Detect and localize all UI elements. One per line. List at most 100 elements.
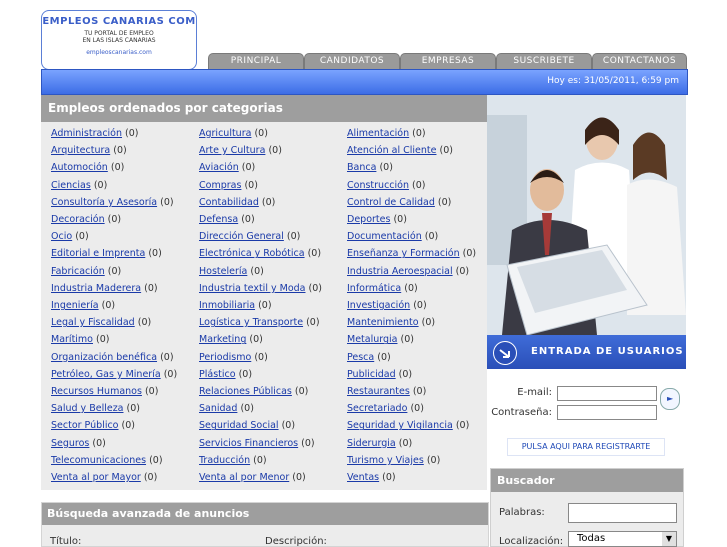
category-link[interactable]: Mantenimiento: [347, 317, 419, 328]
email-field[interactable]: [557, 386, 657, 401]
category-link[interactable]: Automoción: [51, 162, 108, 173]
category-link[interactable]: Sanidad: [199, 403, 237, 414]
category-link[interactable]: Construcción: [347, 180, 409, 191]
category-item: Construcción (0): [347, 180, 426, 191]
tab-contactanos[interactable]: CONTACTANOS: [592, 53, 687, 69]
category-link[interactable]: Petróleo, Gas y Minería: [51, 369, 161, 380]
category-link[interactable]: Control de Calidad: [347, 197, 435, 208]
category-link[interactable]: Telecomunicaciones: [51, 455, 146, 466]
category-count: (0): [462, 248, 477, 260]
category-link[interactable]: Restaurantes: [347, 386, 410, 397]
category-link[interactable]: Fabricación: [51, 266, 105, 277]
category-link[interactable]: Agricultura: [199, 128, 251, 139]
category-item: Petróleo, Gas y Minería (0): [51, 369, 177, 380]
logo-title: EMPLEOS CANARIAS COM: [42, 16, 196, 27]
register-button[interactable]: PULSA AQUI PARA REGISTRARTE: [507, 438, 665, 456]
category-link[interactable]: Metalurgia: [347, 334, 397, 345]
category-link[interactable]: Seguridad Social: [199, 420, 279, 431]
category-count: (0): [253, 454, 267, 466]
category-link[interactable]: Informática: [347, 283, 401, 294]
category-item: Editorial e Imprenta (0): [51, 248, 162, 259]
category-link[interactable]: Atención al Cliente: [347, 145, 436, 156]
search-words-input[interactable]: [568, 503, 677, 523]
category-link[interactable]: Siderurgia: [347, 438, 396, 449]
category-link[interactable]: Deportes: [347, 214, 390, 225]
category-link[interactable]: Relaciones Públicas: [199, 386, 292, 397]
category-link[interactable]: Recursos Humanos: [51, 386, 142, 397]
category-count: (0): [75, 231, 89, 243]
category-link[interactable]: Dirección General: [199, 231, 284, 242]
tab-suscribete[interactable]: SUSCRIBETE: [496, 53, 592, 69]
category-link[interactable]: Ciencias: [51, 180, 91, 191]
category-link[interactable]: Ocio: [51, 231, 72, 242]
category-link[interactable]: Pesca: [347, 352, 374, 363]
category-count: (0): [424, 231, 439, 243]
tab-empresas[interactable]: EMPRESAS: [400, 53, 496, 69]
category-link[interactable]: Arte y Cultura: [199, 145, 265, 156]
category-link[interactable]: Editorial e Imprenta: [51, 248, 145, 259]
category-item: Periodismo (0): [199, 352, 268, 363]
category-link[interactable]: Servicios Financieros: [199, 438, 298, 449]
category-link[interactable]: Inmobiliaria: [199, 300, 255, 311]
category-link[interactable]: Banca: [347, 162, 376, 173]
category-item: Publicidad (0): [347, 369, 412, 380]
category-link[interactable]: Marketing: [199, 334, 246, 345]
category-link[interactable]: Administración: [51, 128, 122, 139]
category-item: Salud y Belleza (0): [51, 403, 140, 414]
search-panel: Buscador Palabras: Localización: Todas ▼: [490, 468, 684, 547]
password-label: Contraseña:: [491, 407, 552, 418]
category-link[interactable]: Logística y Transporte: [199, 317, 303, 328]
category-link[interactable]: Documentación: [347, 231, 422, 242]
category-count: (0): [163, 368, 178, 380]
category-count: (0): [382, 472, 396, 483]
category-link[interactable]: Salud y Belleza: [51, 403, 124, 414]
category-count: (0): [455, 265, 470, 277]
tab-principal[interactable]: PRINCIPAL: [208, 53, 304, 69]
current-date: Hoy es: 31/05/2011, 6:59 pm: [547, 76, 679, 86]
category-link[interactable]: Contabilidad: [199, 197, 259, 208]
category-link[interactable]: Industria textil y Moda: [199, 283, 306, 294]
category-link[interactable]: Seguridad y Vigilancia: [347, 420, 453, 431]
category-link[interactable]: Hostelería: [199, 266, 247, 277]
category-link[interactable]: Compras: [199, 180, 241, 191]
category-link[interactable]: Organización benéfica: [51, 352, 157, 363]
category-link[interactable]: Plástico: [199, 369, 236, 380]
category-count: (0): [244, 179, 258, 191]
category-link[interactable]: Industria Maderera: [51, 283, 141, 294]
category-link[interactable]: Venta al por Mayor: [51, 472, 141, 483]
category-link[interactable]: Secretariado: [347, 403, 407, 414]
category-link[interactable]: Electrónica y Robótica: [199, 248, 305, 259]
category-link[interactable]: Industria Aeroespacial: [347, 266, 453, 277]
category-item: Automoción (0): [51, 162, 124, 173]
category-link[interactable]: Defensa: [199, 214, 238, 225]
login-submit-button[interactable]: ►: [660, 388, 680, 410]
category-link[interactable]: Ingeniería: [51, 300, 99, 311]
category-link[interactable]: Decoración: [51, 214, 105, 225]
category-link[interactable]: Turismo y Viajes: [347, 455, 424, 466]
password-field[interactable]: [557, 405, 657, 420]
category-count: (0): [107, 265, 122, 277]
category-link[interactable]: Aviación: [199, 162, 239, 173]
category-item: Alimentación (0): [347, 128, 426, 139]
logo-url: empleoscanarias.com: [86, 49, 152, 56]
category-item: Pesca (0): [347, 352, 391, 363]
category-link[interactable]: Publicidad: [347, 369, 396, 380]
category-link[interactable]: Periodismo: [199, 352, 251, 363]
category-link[interactable]: Venta al por Menor: [199, 472, 289, 483]
category-item: Industria textil y Moda (0): [199, 283, 322, 294]
category-link[interactable]: Enseñanza y Formación: [347, 248, 460, 259]
tab-candidatos[interactable]: CANDIDATOS: [304, 53, 400, 69]
category-link[interactable]: Ventas: [347, 472, 379, 483]
site-logo[interactable]: EMPLEOS CANARIAS COM TU PORTAL DE EMPLEO…: [41, 10, 197, 70]
category-count: (0): [160, 351, 174, 363]
category-link[interactable]: Sector Público: [51, 420, 119, 431]
category-link[interactable]: Seguros: [51, 438, 89, 449]
category-link[interactable]: Consultoría y Asesoría: [51, 197, 157, 208]
category-link[interactable]: Legal y Fiscalidad: [51, 317, 135, 328]
category-link[interactable]: Alimentación: [347, 128, 409, 139]
category-link[interactable]: Traducción: [199, 455, 250, 466]
category-link[interactable]: Investigación: [347, 300, 410, 311]
category-link[interactable]: Arquitectura: [51, 145, 110, 156]
category-item: Seguridad Social (0): [199, 420, 295, 431]
category-link[interactable]: Marítimo: [51, 334, 93, 345]
